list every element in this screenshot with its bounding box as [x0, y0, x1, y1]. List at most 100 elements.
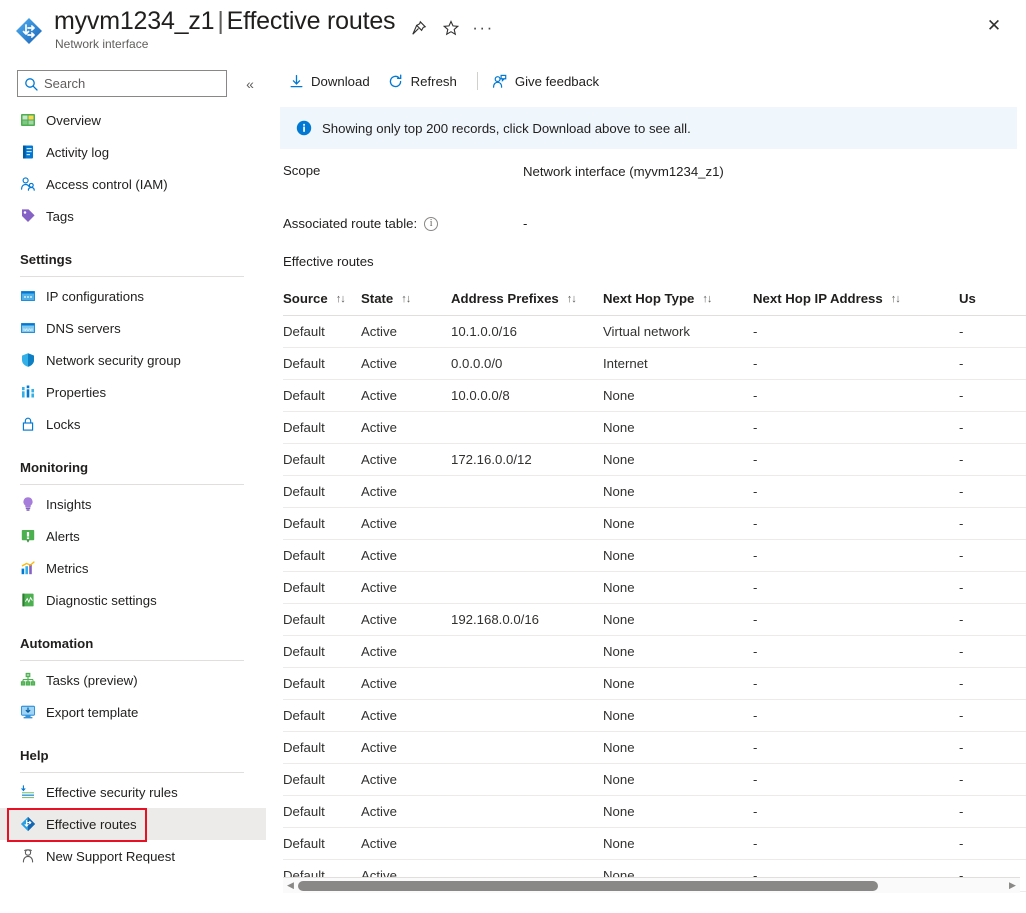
sidebar-item-new-support-request[interactable]: New Support Request — [0, 840, 266, 872]
table-row[interactable]: DefaultActiveNone-- — [283, 636, 1026, 668]
column-header-next-hop-type[interactable]: Next Hop Type ↑↓ — [603, 291, 753, 306]
access-control-icon — [20, 176, 36, 192]
refresh-button[interactable]: Refresh — [384, 66, 467, 96]
scroll-right-arrow-icon[interactable]: ▶ — [1005, 878, 1020, 894]
cell-user: - — [959, 676, 1019, 691]
sidebar-item-label: Alerts — [46, 529, 80, 544]
sidebar-search-row: Search « — [17, 70, 265, 100]
title-separator: | — [214, 7, 226, 35]
horizontal-scrollbar[interactable]: ◀ ▶ — [283, 877, 1020, 893]
table-row[interactable]: DefaultActiveNone-- — [283, 668, 1026, 700]
blade-content: Download Refresh — [266, 60, 1026, 913]
cell-source: Default — [283, 548, 361, 563]
sidebar-item-properties[interactable]: Properties — [0, 376, 266, 408]
column-header-state[interactable]: State ↑↓ — [361, 291, 451, 306]
sort-arrows-icon[interactable]: ↑↓ — [891, 293, 900, 305]
cell-address-prefixes: 172.16.0.0/12 — [451, 452, 603, 467]
info-circle-icon[interactable]: i — [424, 217, 438, 231]
download-button[interactable]: Download — [284, 66, 380, 96]
cell-state: Active — [361, 740, 451, 755]
table-header-row: Source ↑↓ State ↑↓ Address Prefixes ↑↓ N… — [283, 282, 1026, 316]
sidebar-item-activity-log[interactable]: Activity log — [0, 136, 266, 168]
column-header-address-prefixes[interactable]: Address Prefixes ↑↓ — [451, 291, 603, 306]
sidebar-item-label: Effective security rules — [46, 785, 178, 800]
table-row[interactable]: DefaultActiveNone-- — [283, 540, 1026, 572]
sidebar-item-export-template[interactable]: Export template — [0, 696, 266, 728]
cell-user: - — [959, 836, 1019, 851]
table-row[interactable]: DefaultActive10.1.0.0/16Virtual network-… — [283, 316, 1026, 348]
sidebar-item-locks[interactable]: Locks — [0, 408, 266, 440]
cell-state: Active — [361, 356, 451, 371]
ip-configurations-icon — [20, 288, 36, 304]
cell-next-hop-type: None — [603, 836, 753, 851]
cell-next-hop-ip: - — [753, 420, 959, 435]
cell-user: - — [959, 548, 1019, 563]
column-header-next-hop-ip-address[interactable]: Next Hop IP Address ↑↓ — [753, 291, 959, 306]
cell-state: Active — [361, 548, 451, 563]
table-row[interactable]: DefaultActiveNone-- — [283, 796, 1026, 828]
close-icon[interactable]: ✕ — [978, 10, 1010, 42]
cell-next-hop-ip: - — [753, 804, 959, 819]
sidebar-item-alerts[interactable]: Alerts — [0, 520, 266, 552]
table-row[interactable]: DefaultActiveNone-- — [283, 572, 1026, 604]
page-title: myvm1234_z1|Effective routes — [54, 7, 395, 36]
table-row[interactable]: DefaultActiveNone-- — [283, 828, 1026, 860]
support-request-icon — [20, 848, 36, 864]
sort-arrows-icon[interactable]: ↑↓ — [567, 293, 576, 305]
star-icon[interactable] — [437, 14, 465, 42]
sidebar-item-network-security-group[interactable]: Network security group — [0, 344, 266, 376]
pin-icon[interactable] — [405, 14, 433, 42]
ellipsis-icon[interactable]: ··· — [469, 14, 497, 42]
associated-route-table-text: Associated route table: — [283, 216, 417, 231]
column-header-source[interactable]: Source ↑↓ — [283, 291, 361, 306]
cell-next-hop-ip: - — [753, 708, 959, 723]
table-row[interactable]: DefaultActiveNone-- — [283, 476, 1026, 508]
cell-source: Default — [283, 708, 361, 723]
table-row[interactable]: DefaultActiveNone-- — [283, 732, 1026, 764]
table-row[interactable]: DefaultActive10.0.0.0/8None-- — [283, 380, 1026, 412]
cell-next-hop-type: None — [603, 388, 753, 403]
table-row[interactable]: DefaultActive192.168.0.0/16None-- — [283, 604, 1026, 636]
sidebar-item-overview[interactable]: Overview — [0, 104, 266, 136]
scrollbar-track[interactable] — [298, 878, 1005, 894]
cell-user: - — [959, 420, 1019, 435]
cell-address-prefixes: 192.168.0.0/16 — [451, 612, 603, 627]
cell-state: Active — [361, 420, 451, 435]
sidebar-item-label: Tags — [46, 209, 74, 224]
sidebar-item-tasks[interactable]: Tasks (preview) — [0, 664, 266, 696]
table-row[interactable]: DefaultActiveNone-- — [283, 508, 1026, 540]
sidebar-item-tags[interactable]: Tags — [0, 200, 266, 232]
cell-state: Active — [361, 516, 451, 531]
sidebar-item-metrics[interactable]: Metrics — [0, 552, 266, 584]
sidebar-item-effective-routes[interactable]: Effective routes — [0, 808, 266, 840]
search-icon — [24, 77, 38, 91]
scroll-left-arrow-icon[interactable]: ◀ — [283, 878, 298, 894]
sidebar-item-effective-security-rules[interactable]: Effective security rules — [0, 776, 266, 808]
sidebar-item-access-control[interactable]: Access control (IAM) — [0, 168, 266, 200]
sidebar-item-dns-servers[interactable]: www DNS servers — [0, 312, 266, 344]
sidebar-item-insights[interactable]: Insights — [0, 488, 266, 520]
cell-source: Default — [283, 772, 361, 787]
give-feedback-button[interactable]: Give feedback — [488, 66, 609, 96]
sort-arrows-icon[interactable]: ↑↓ — [336, 293, 345, 305]
blade-sidebar: Search « Overview — [0, 60, 266, 913]
sidebar-item-diagnostic-settings[interactable]: Diagnostic settings — [0, 584, 266, 616]
cell-user: - — [959, 772, 1019, 787]
table-row[interactable]: DefaultActiveNone-- — [283, 412, 1026, 444]
cell-address-prefixes: 0.0.0.0/0 — [451, 356, 603, 371]
sort-arrows-icon[interactable]: ↑↓ — [702, 293, 711, 305]
table-row[interactable]: DefaultActive172.16.0.0/12None-- — [283, 444, 1026, 476]
table-row[interactable]: DefaultActiveNone-- — [283, 764, 1026, 796]
scrollbar-thumb[interactable] — [298, 881, 878, 891]
chevron-double-left-icon[interactable]: « — [239, 73, 261, 95]
column-header-user-defined-clipped[interactable]: Us — [959, 291, 1019, 306]
table-row[interactable]: DefaultActive0.0.0.0/0Internet-- — [283, 348, 1026, 380]
search-input[interactable]: Search — [17, 70, 227, 97]
table-row[interactable]: DefaultActiveNone-- — [283, 700, 1026, 732]
cell-user: - — [959, 612, 1019, 627]
sort-arrows-icon[interactable]: ↑↓ — [401, 293, 410, 305]
resource-name: myvm1234_z1 — [54, 7, 214, 35]
scope-value: Network interface (myvm1234_z1) — [523, 164, 724, 179]
sidebar-item-ip-configurations[interactable]: IP configurations — [0, 280, 266, 312]
cell-source: Default — [283, 388, 361, 403]
